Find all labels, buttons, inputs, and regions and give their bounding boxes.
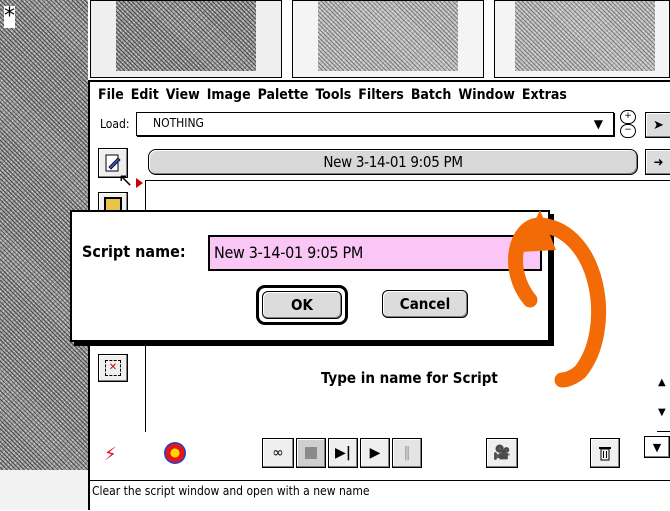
script-scrollbar[interactable]: ▲ ▼ <box>657 180 670 432</box>
menu-filters[interactable]: Filters <box>358 87 404 105</box>
play-button[interactable]: ▶ <box>360 438 390 468</box>
arrow-settings-icon: ➜ <box>653 155 664 169</box>
target-icon[interactable] <box>164 442 186 464</box>
step-icon: ▶| <box>335 445 351 461</box>
dropdown-triangle-icon: ▼ <box>593 117 603 131</box>
trash-icon <box>599 447 611 461</box>
menu-extras[interactable]: Extras <box>522 87 567 105</box>
script-title: New 3-14-01 9:05 PM <box>323 153 463 171</box>
menu-file[interactable]: File <box>98 87 124 105</box>
script-name-label: Script name: <box>82 242 186 261</box>
record-icon[interactable]: ⚡ <box>104 444 117 465</box>
arrow-trash-icon: ➤ <box>653 117 664 133</box>
menu-triangle-button[interactable]: ▼ <box>644 436 670 458</box>
annotation-text: Type in name for Script <box>321 369 498 387</box>
menu-view[interactable]: View <box>166 87 200 105</box>
play-icon: ▶ <box>369 445 381 461</box>
menu-palette[interactable]: Palette <box>258 87 309 105</box>
script-name-dialog: Script name: New 3-14-01 9:05 PM OK Canc… <box>70 210 550 342</box>
thumbnail-image-2 <box>318 1 458 71</box>
clear-tool-button[interactable]: ✕ <box>98 354 128 382</box>
scroll-down-icon[interactable]: ▼ <box>658 407 666 418</box>
status-bar: Clear the script window and open with a … <box>90 480 670 511</box>
ok-button-ring[interactable]: OK <box>256 285 348 325</box>
glasses-button[interactable]: ∞ <box>262 438 294 468</box>
pause-icon: ‖ <box>403 445 411 461</box>
stepper-down-icon[interactable]: − <box>620 124 636 138</box>
load-delete-button[interactable]: ➤ <box>645 112 670 138</box>
script-options-button[interactable]: ➜ <box>645 149 670 175</box>
status-text: Clear the script window and open with a … <box>92 484 370 498</box>
thumbnail-image-1 <box>116 1 256 71</box>
menu-image[interactable]: Image <box>207 87 251 105</box>
glasses-icon: ∞ <box>272 445 284 461</box>
menubar: File Edit View Image Palette Tools Filte… <box>98 87 574 105</box>
thumbnail-frame-1[interactable] <box>90 0 282 78</box>
thumbnail-image-3 <box>515 1 655 71</box>
menu-batch[interactable]: Batch <box>411 87 452 105</box>
record-marker-icon <box>136 178 143 188</box>
thumbnail-frame-2[interactable] <box>292 0 484 78</box>
ok-button[interactable]: OK <box>262 291 342 319</box>
background-paper-corner <box>0 470 88 510</box>
cancel-button[interactable]: Cancel <box>382 290 468 318</box>
stop-button[interactable] <box>296 438 326 468</box>
pause-button[interactable]: ‖ <box>392 438 422 468</box>
script-title-bar[interactable]: New 3-14-01 9:05 PM <box>148 149 638 175</box>
menu-window[interactable]: Window <box>458 87 515 105</box>
menu-tools[interactable]: Tools <box>315 87 351 105</box>
cursor-pointer-icon: ↖ <box>118 170 134 191</box>
stepper-up-icon[interactable]: + <box>620 110 636 124</box>
step-button[interactable]: ▶| <box>328 438 358 468</box>
thumbnail-strip <box>88 0 670 82</box>
trash-button[interactable] <box>590 438 620 468</box>
stop-icon <box>305 447 317 459</box>
scroll-up-icon[interactable]: ▲ <box>658 377 666 388</box>
script-name-input[interactable]: New 3-14-01 9:05 PM <box>208 235 542 271</box>
thumbnail-frame-3[interactable] <box>494 0 670 78</box>
script-name-value: New 3-14-01 9:05 PM <box>214 243 364 262</box>
load-value: NOTHING <box>153 116 204 130</box>
load-label: Load: <box>100 117 130 131</box>
film-button[interactable]: 🎥 <box>486 438 518 468</box>
bottom-toolbar: ⚡ ∞ ▶| ▶ ‖ 🎥 ▼ <box>90 432 670 480</box>
dotted-box-icon: ✕ <box>105 360 121 376</box>
film-icon: 🎥 <box>493 445 511 461</box>
load-stepper[interactable]: + − <box>619 110 637 138</box>
menu-edit[interactable]: Edit <box>131 87 159 105</box>
load-popup[interactable]: NOTHING ▼ <box>136 112 614 136</box>
menu-triangle-icon: ▼ <box>652 440 662 454</box>
asterisk-mark: * <box>4 4 15 29</box>
